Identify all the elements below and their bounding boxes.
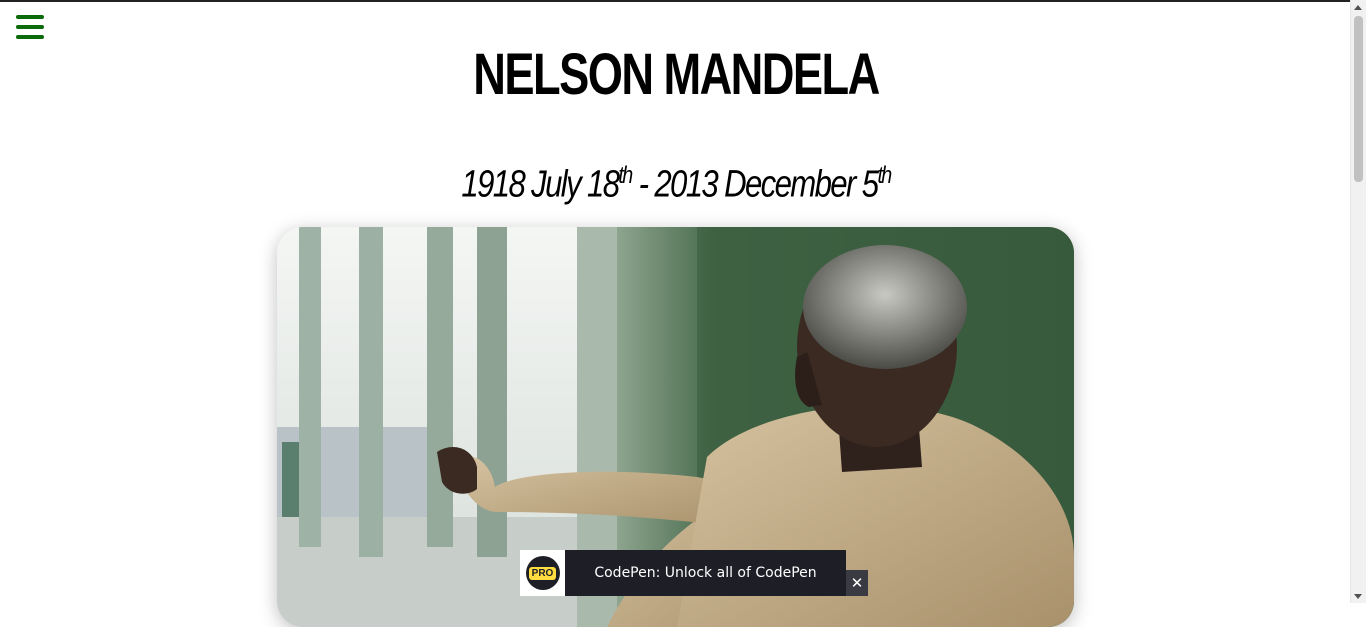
menu-bar xyxy=(16,15,44,19)
promo-text[interactable]: CodePen: Unlock all of CodePen xyxy=(565,565,846,581)
top-border xyxy=(0,0,1366,2)
menu-bar xyxy=(16,35,44,39)
death-date: 2013 December 5 xyxy=(654,163,879,206)
close-icon[interactable]: ✕ xyxy=(846,570,868,596)
date-separator: - xyxy=(631,163,655,206)
vertical-scrollbar[interactable] xyxy=(1350,0,1366,603)
scrollbar-thumb[interactable] xyxy=(1354,16,1363,182)
pro-logo-label: PRO xyxy=(528,566,557,580)
death-date-suffix: th xyxy=(877,162,892,189)
codepen-promo-banner[interactable]: PRO CodePen: Unlock all of CodePen xyxy=(520,550,846,596)
lifespan-dates: 1918 July 18th - 2013 December 5th xyxy=(122,148,1231,213)
menu-bar xyxy=(16,25,44,29)
birth-date: 1918 July 18 xyxy=(461,163,620,206)
hamburger-menu-icon[interactable] xyxy=(16,15,44,39)
pro-logo-icon: PRO xyxy=(525,556,560,590)
scroll-down-arrow-icon[interactable] xyxy=(1354,594,1362,599)
promo-logo-wrapper: PRO xyxy=(520,550,565,596)
page-title: NELSON MANDELA xyxy=(473,42,880,107)
birth-date-suffix: th xyxy=(618,162,633,189)
scroll-up-arrow-icon[interactable] xyxy=(1354,5,1362,10)
